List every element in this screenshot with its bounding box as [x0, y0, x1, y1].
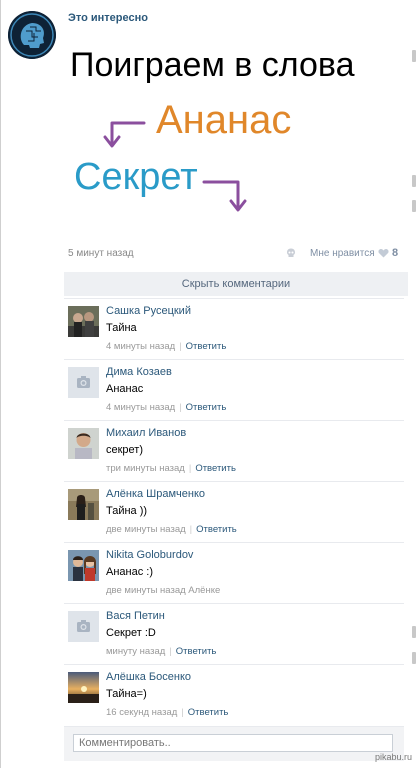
reply-link[interactable]: Ответить	[188, 707, 229, 718]
reply-link[interactable]: Ответить	[186, 402, 227, 413]
comment-author[interactable]: Михаил Иванов	[106, 427, 186, 439]
comment-time[interactable]: 16 секунд назад	[106, 707, 177, 718]
comment-form	[64, 726, 404, 761]
comment-avatar[interactable]	[68, 672, 99, 703]
comment-author[interactable]: Вася Петин	[106, 610, 165, 622]
comment-meta: 4 минуты назад | Ответить	[106, 341, 227, 352]
comment-avatar[interactable]	[68, 611, 99, 642]
comment-text: Секрет :D	[106, 627, 156, 639]
reply-link[interactable]: Ответить	[195, 463, 236, 474]
reply-link[interactable]: Ответить	[196, 524, 237, 535]
like-count: 8	[392, 247, 399, 259]
comment-meta: две минуты назад Алёнке	[106, 585, 220, 596]
comment-text: Тайна=)	[106, 688, 147, 700]
comment-item: Сашка Русецкий Тайна 4 минуты назад | Отве…	[64, 298, 404, 359]
comment-meta: три минуты назад | Ответить	[106, 463, 236, 474]
watermark: pikabu.ru	[374, 752, 412, 762]
comment-item: Алёшка Босенко Тайна=) 16 секунд назад | О…	[64, 664, 404, 725]
comment-time[interactable]: три минуты назад	[106, 463, 185, 474]
comment-input[interactable]	[73, 734, 393, 752]
arrow-icons	[103, 121, 247, 212]
comment-meta: две минуты назад | Ответить	[106, 524, 237, 535]
comment-meta: 4 минуты назад | Ответить	[106, 402, 227, 413]
comment-item: Михаил Иванов секрет) три минуты назад | О…	[64, 420, 404, 481]
comment-meta: минуту назад | Ответить	[106, 646, 217, 657]
comment-item: Алёнка Шрамченко Тайна )) две минуты наз…	[64, 481, 404, 542]
comment-time[interactable]: минуту назад	[106, 646, 165, 657]
meme-image: Поиграем в слова Ананас Секрет	[64, 40, 404, 230]
comment-author[interactable]: Сашка Русецкий	[106, 305, 191, 317]
heart-icon[interactable]	[378, 248, 389, 258]
camera-icon	[68, 367, 99, 398]
comment-item: Дима Козаев Ананас 4 минуты назад | Ответи…	[64, 359, 404, 420]
comment-author[interactable]: Nikita Goloburdov	[106, 549, 193, 561]
comment-time[interactable]: 4 минуты назад	[106, 341, 175, 352]
comment-avatar[interactable]	[68, 428, 99, 459]
comment-author[interactable]: Алёшка Босенко	[106, 671, 191, 683]
comment-time[interactable]: 4 минуты назад	[106, 402, 175, 413]
comment-text: Тайна	[106, 322, 137, 334]
comment-time[interactable]: две минуты назад	[106, 524, 186, 535]
reply-link[interactable]: Ответить	[176, 646, 217, 657]
comment-avatar[interactable]	[68, 306, 99, 337]
camera-icon	[68, 611, 99, 642]
comment-avatar[interactable]	[68, 550, 99, 581]
comment-text: Ананас	[106, 383, 144, 395]
reply-link[interactable]: Ответить	[186, 341, 227, 352]
post-time[interactable]: 5 минут назад	[68, 248, 134, 259]
comment-author[interactable]: Дима Козаев	[106, 366, 172, 378]
community-avatar[interactable]	[8, 11, 56, 59]
comment-text: Ананас :)	[106, 566, 153, 578]
comment-meta: 16 секунд назад | Ответить	[106, 707, 229, 718]
comment-avatar[interactable]	[68, 489, 99, 520]
comment-avatar[interactable]	[68, 367, 99, 398]
comment-text: Тайна ))	[106, 505, 148, 517]
comment-text: секрет)	[106, 444, 144, 456]
like-button-label[interactable]: Мне нравится	[310, 248, 375, 259]
comment-time[interactable]: две минуты назад Алёнке	[106, 585, 220, 596]
skull-icon[interactable]	[286, 248, 296, 258]
post-author-link[interactable]: Это интересно	[68, 12, 148, 24]
comment-item: Вася Петин Секрет :D минуту назад | Ответи…	[64, 603, 404, 664]
comment-author[interactable]: Алёнка Шрамченко	[106, 488, 205, 500]
hide-comments-button[interactable]: Скрыть комментарии	[64, 272, 408, 296]
comment-item: Nikita Goloburdov Ананас :) две минуты н…	[64, 542, 404, 603]
